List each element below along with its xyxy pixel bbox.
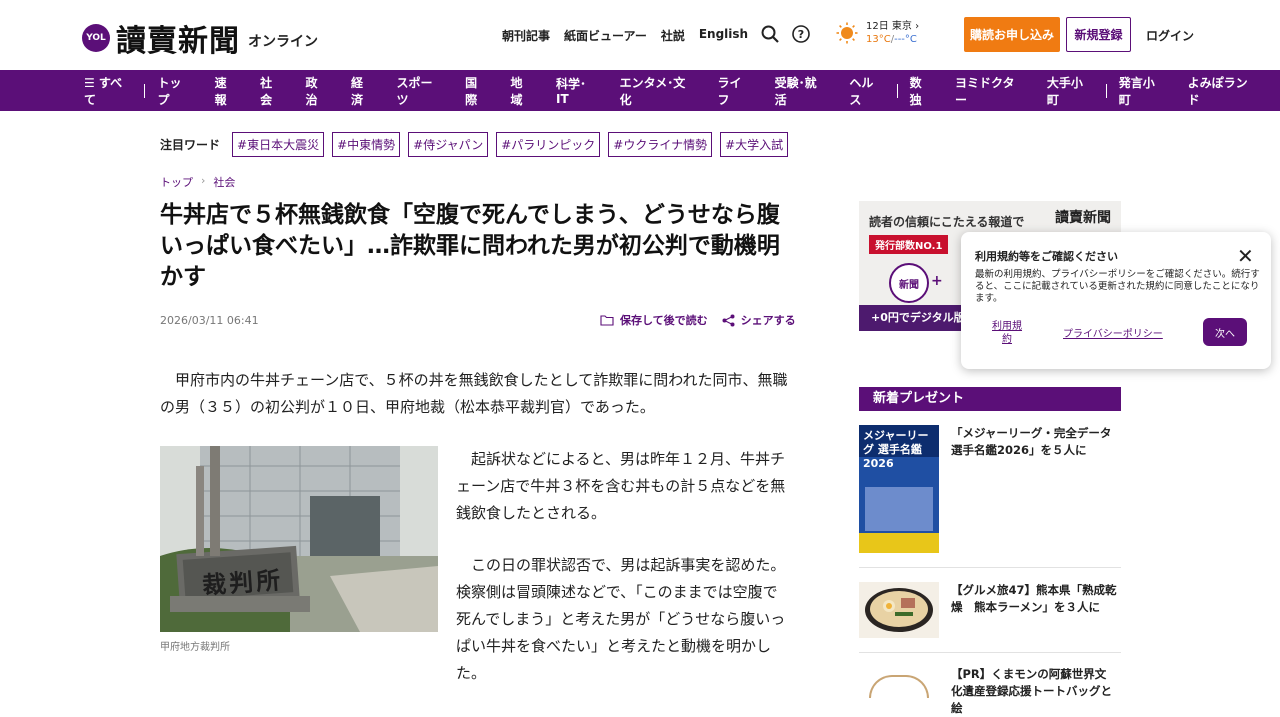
share-icon bbox=[722, 314, 735, 326]
nav-item[interactable]: 地域 bbox=[511, 74, 534, 108]
folder-icon bbox=[600, 315, 614, 326]
present-item[interactable]: 【グルメ旅47】熊本県「熟成乾燥 熊本ラーメン」を３人に bbox=[859, 568, 1121, 653]
nav-item[interactable]: トップ bbox=[157, 74, 192, 108]
nav-item[interactable]: ヘルス bbox=[849, 74, 884, 108]
dialog-body: 最新の利用規約、プライバシーポリシーをご確認ください。続行すると、ここに記載され… bbox=[975, 269, 1260, 304]
nav-item[interactable]: エンタメ･文化 bbox=[620, 74, 696, 108]
nav-item[interactable]: 政治 bbox=[306, 74, 329, 108]
thumbnail-title: メジャーリーグ 選手名鑑 2026 bbox=[863, 429, 929, 470]
present-title: 「メジャーリーグ・完全データ選手名鑑2026」を５人に bbox=[951, 426, 1112, 457]
weather-widget[interactable]: 12日 東京 › 13°C/---°C bbox=[836, 20, 919, 46]
photo-caption: 甲府地方裁判所 bbox=[160, 642, 230, 653]
nav-item[interactable]: ヨミドクター bbox=[955, 74, 1025, 108]
present-item[interactable]: メジャーリーグ 選手名鑑 2026 「メジャーリーグ・完全データ選手名鑑2026… bbox=[859, 421, 1121, 568]
nav-item[interactable]: 数独 bbox=[910, 74, 933, 108]
breadcrumb-home[interactable]: トップ bbox=[160, 174, 193, 190]
help-icon[interactable]: ? bbox=[791, 24, 811, 44]
article-title: 牛丼店で５杯無銭飲食「空腹で死んでしまう、どうせなら腹いっぱい食べたい」…詐欺罪… bbox=[160, 202, 780, 290]
nav-divider bbox=[896, 83, 898, 98]
share-label: シェアする bbox=[740, 314, 796, 327]
svg-text:?: ? bbox=[798, 28, 804, 41]
present-title: 【グルメ旅47】熊本県「熟成乾燥 熊本ラーメン」を３人に bbox=[951, 583, 1117, 614]
main-nav: ☰ すべて トップ 速報 社会 政治 経済 スポーツ 国際 地域 科学･IT エ… bbox=[0, 70, 1280, 111]
site-header: YOL 讀賣新聞 オンライン 朝刊記事 紙面ビューアー 社説 English ?… bbox=[0, 0, 1280, 70]
nav-item[interactable]: 大手小町 bbox=[1047, 74, 1094, 108]
logo-text: 讀賣新聞 bbox=[116, 24, 240, 59]
nav-item[interactable]: ライフ bbox=[717, 74, 752, 108]
nav-item[interactable]: 社会 bbox=[260, 74, 283, 108]
keyword-tag[interactable]: #大学入試 bbox=[720, 132, 789, 157]
breadcrumb: トップ › 社会 bbox=[160, 174, 235, 190]
ad-headline: 読者の信頼にこたえる報道で bbox=[869, 215, 1025, 229]
article-lead: 甲府市内の牛丼チェーン店で、５杯の丼を無銭飲食したとして詐欺罪に問われた同市、無… bbox=[160, 371, 788, 416]
login-link[interactable]: ログイン bbox=[1146, 27, 1194, 44]
save-later-label: 保存して後で読む bbox=[620, 314, 708, 327]
present-item[interactable]: 【PR】くまモンの阿蘇世界文化遺産登録応援トートバッグと絵 bbox=[859, 653, 1121, 715]
courthouse-photo bbox=[160, 446, 438, 632]
present-thumbnail: メジャーリーグ 選手名鑑 2026 bbox=[859, 425, 939, 553]
logo-subtext: オンライン bbox=[248, 34, 318, 50]
nav-divider bbox=[1105, 83, 1107, 98]
nav-item[interactable]: 速報 bbox=[215, 74, 238, 108]
nav-item[interactable]: 発言小町 bbox=[1119, 74, 1166, 108]
nav-item[interactable]: 経済 bbox=[351, 74, 374, 108]
header-links: 朝刊記事 紙面ビューアー 社説 English bbox=[502, 27, 748, 44]
nav-item[interactable]: よみぽランド bbox=[1188, 74, 1258, 108]
presents-heading: 新着プレゼント bbox=[859, 387, 1121, 411]
subscribe-button[interactable]: 購読お申し込み bbox=[964, 17, 1060, 52]
present-thumbnail bbox=[859, 582, 939, 638]
temp-max: 13°C bbox=[866, 34, 891, 45]
save-later-button[interactable]: 保存して後で読む bbox=[600, 312, 708, 328]
nav-item[interactable]: スポーツ bbox=[396, 74, 443, 108]
nav-item[interactable]: 国際 bbox=[465, 74, 488, 108]
article-photo: 裁判所 bbox=[160, 446, 438, 632]
temp-min: ---°C bbox=[894, 34, 917, 45]
nav-item[interactable]: 受験･就活 bbox=[775, 74, 828, 108]
link-paper-viewer[interactable]: 紙面ビューアー bbox=[564, 27, 647, 44]
site-logo[interactable]: YOL 讀賣新聞 オンライン bbox=[82, 16, 318, 60]
ramen-bowl-image bbox=[865, 588, 933, 632]
ad-logo: 讀賣新聞 bbox=[1055, 210, 1111, 226]
breadcrumb-section[interactable]: 社会 bbox=[213, 174, 235, 190]
ad-plus: + bbox=[931, 273, 943, 289]
register-button[interactable]: 新規登録 bbox=[1066, 17, 1131, 52]
privacy-policy-link[interactable]: プライバシーポリシー bbox=[1063, 325, 1163, 340]
close-icon[interactable]: ✕ bbox=[1237, 246, 1254, 266]
link-morning-edition[interactable]: 朝刊記事 bbox=[502, 27, 550, 44]
trending-keywords: 注目ワード #東日本大震災 #中東情勢 #侍ジャパン #パラリンピック #ウクラ… bbox=[160, 132, 796, 157]
present-thumbnail bbox=[869, 675, 929, 698]
article-actions: 保存して後で読む シェアする bbox=[600, 312, 810, 328]
nav-item[interactable]: 科学･IT bbox=[556, 75, 598, 106]
keyword-tag[interactable]: #パラリンピック bbox=[496, 132, 601, 157]
sun-icon bbox=[836, 22, 858, 44]
keyword-tag[interactable]: #侍ジャパン bbox=[408, 132, 489, 157]
share-button[interactable]: シェアする bbox=[722, 312, 796, 328]
dialog-title: 利用規約等をご確認ください bbox=[975, 250, 1118, 263]
article-date: 2026/03/11 06:41 bbox=[160, 314, 259, 327]
weather-date-city: 12日 東京 bbox=[866, 21, 912, 32]
chevron-right-icon: › bbox=[915, 21, 920, 32]
next-button[interactable]: 次へ bbox=[1203, 318, 1247, 346]
keyword-tag[interactable]: #東日本大震災 bbox=[232, 132, 325, 157]
photo-sign-text: 裁判所 bbox=[201, 565, 285, 600]
terms-link[interactable]: 利用規約 bbox=[991, 320, 1023, 346]
link-english[interactable]: English bbox=[699, 27, 748, 44]
search-icon[interactable] bbox=[760, 24, 780, 44]
logo-badge: YOL bbox=[82, 24, 110, 52]
keyword-tag[interactable]: #中東情勢 bbox=[332, 132, 401, 157]
nav-divider bbox=[144, 83, 146, 98]
ad-circle: 新聞 bbox=[889, 263, 929, 303]
present-title: 【PR】くまモンの阿蘇世界文化遺産登録応援トートバッグと絵 bbox=[951, 667, 1112, 715]
keywords-label: 注目ワード bbox=[160, 138, 221, 152]
article-paragraph: この日の罪状認否で、男は起訴事実を認めた。検察側は冒頭陳述などで、「このままでは… bbox=[456, 556, 786, 682]
breadcrumb-separator: › bbox=[201, 174, 206, 187]
link-editorial[interactable]: 社説 bbox=[661, 27, 685, 44]
nav-all[interactable]: ☰ すべて bbox=[84, 74, 132, 108]
article-paragraph: 起訴状などによると、男は昨年１２月、牛丼チェーン店で牛丼３杯を含む丼もの計５点な… bbox=[456, 450, 786, 522]
terms-consent-dialog: 利用規約等をご確認ください ✕ 最新の利用規約、プライバシーポリシーをご確認くだ… bbox=[961, 232, 1271, 369]
ad-badge: 発行部数NO.1 bbox=[869, 235, 949, 254]
keyword-tag[interactable]: #ウクライナ情勢 bbox=[608, 132, 713, 157]
